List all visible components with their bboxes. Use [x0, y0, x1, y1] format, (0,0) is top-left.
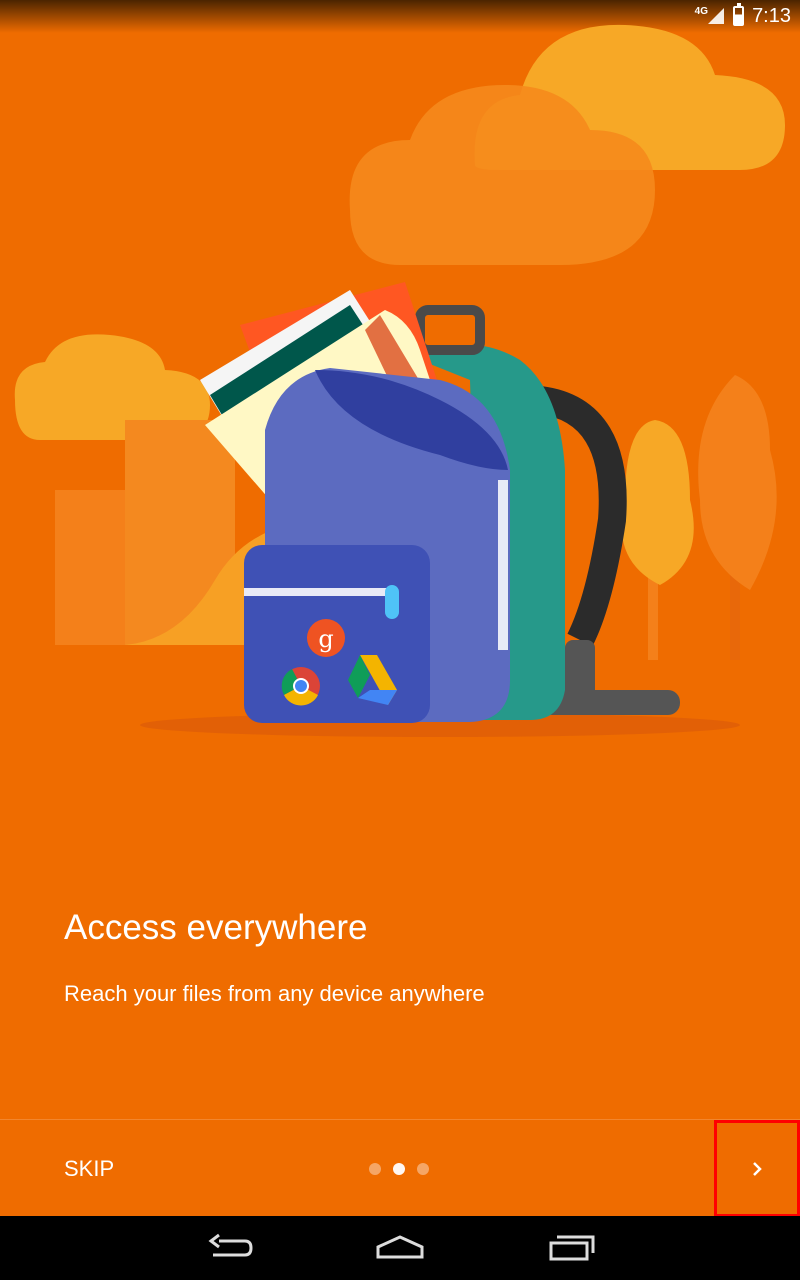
onboarding-footer: SKIP	[0, 1119, 800, 1217]
recents-icon	[549, 1235, 595, 1261]
system-nav-bar	[0, 1216, 800, 1280]
home-button[interactable]	[370, 1230, 430, 1266]
back-button[interactable]	[199, 1230, 259, 1266]
page-dot	[417, 1163, 429, 1175]
zipper-pull	[385, 585, 399, 619]
home-icon	[376, 1235, 424, 1259]
page-indicator	[369, 1163, 429, 1175]
page-title: Access everywhere	[64, 908, 368, 947]
pocket-zipper	[244, 588, 389, 596]
recents-button[interactable]	[541, 1230, 601, 1266]
trees	[621, 375, 777, 660]
backpack-handle	[415, 305, 485, 355]
back-icon	[208, 1233, 253, 1257]
chrome-badge	[281, 667, 320, 706]
side-zipper	[498, 480, 508, 650]
google-plus-badge: g	[307, 619, 345, 657]
page-dot-active	[393, 1163, 405, 1175]
skip-button[interactable]: SKIP	[64, 1156, 114, 1182]
page-dot	[369, 1163, 381, 1175]
backpack-illustration: g	[14, 24, 785, 737]
chevron-right-icon	[753, 1161, 762, 1176]
svg-text:g: g	[318, 625, 333, 653]
page-subtitle: Reach your files from any device anywher…	[64, 981, 485, 1006]
next-button[interactable]	[714, 1120, 800, 1217]
